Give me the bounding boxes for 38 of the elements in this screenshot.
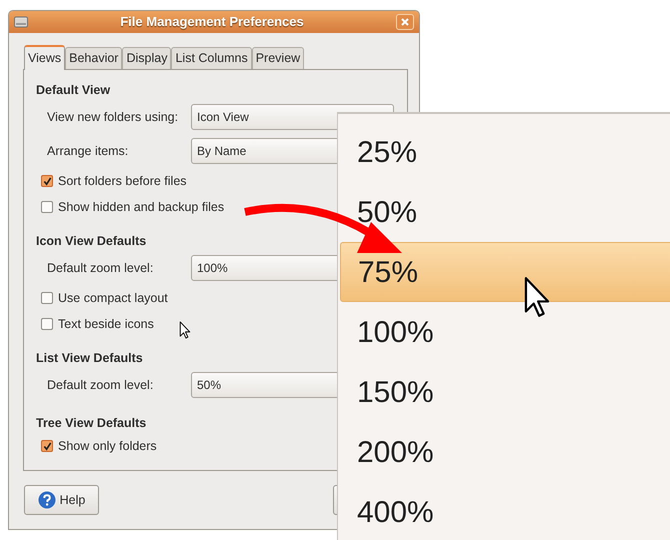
checkbox[interactable] <box>41 292 53 304</box>
checkbox[interactable] <box>41 201 53 213</box>
section-heading: List View Defaults <box>36 350 144 367</box>
checkbox[interactable] <box>41 175 53 187</box>
section-heading: Tree View Defaults <box>36 414 148 432</box>
check-icon <box>42 442 52 450</box>
menu-item[interactable]: 200% <box>340 422 670 482</box>
help-button[interactable]: Help <box>24 485 99 515</box>
close-icon <box>401 18 409 26</box>
checkbox-label: Show only folders <box>58 438 157 455</box>
pointer-icon <box>523 276 551 318</box>
menu-item[interactable]: 50% <box>340 182 670 242</box>
help-icon <box>38 491 56 509</box>
menu-item[interactable]: 400% <box>340 482 670 540</box>
checkbox-label: Text beside icons <box>58 316 154 333</box>
section-heading: Default View <box>36 82 112 99</box>
drive-icon <box>14 16 28 28</box>
field-label: Arrange items: <box>47 142 130 160</box>
menu-item[interactable]: 100% <box>340 302 670 362</box>
field-label: Default zoom level: <box>47 260 154 277</box>
field-label: View new folders using: <box>47 108 180 126</box>
section-heading: Icon View Defaults <box>36 232 148 250</box>
tab[interactable]: Display <box>122 47 172 69</box>
checkbox-label: Show hidden and backup files <box>58 198 224 216</box>
tab[interactable]: Views <box>24 45 66 70</box>
tab[interactable]: List Columns <box>171 47 252 69</box>
checkbox-label: Use compact layout <box>58 290 168 307</box>
window-title: File Management Preferences <box>119 13 305 32</box>
checkbox-label: Sort folders before files <box>58 172 187 190</box>
pointer-icon <box>179 321 191 339</box>
checkbox[interactable] <box>41 318 53 330</box>
tab[interactable]: Preview <box>252 47 304 69</box>
checkbox[interactable] <box>41 440 53 452</box>
menu-item[interactable]: 75% <box>340 242 670 302</box>
field-label: Default zoom level: <box>47 376 154 394</box>
check-icon <box>42 176 52 186</box>
close-button[interactable] <box>396 14 414 30</box>
tab[interactable]: Behavior <box>65 47 122 69</box>
